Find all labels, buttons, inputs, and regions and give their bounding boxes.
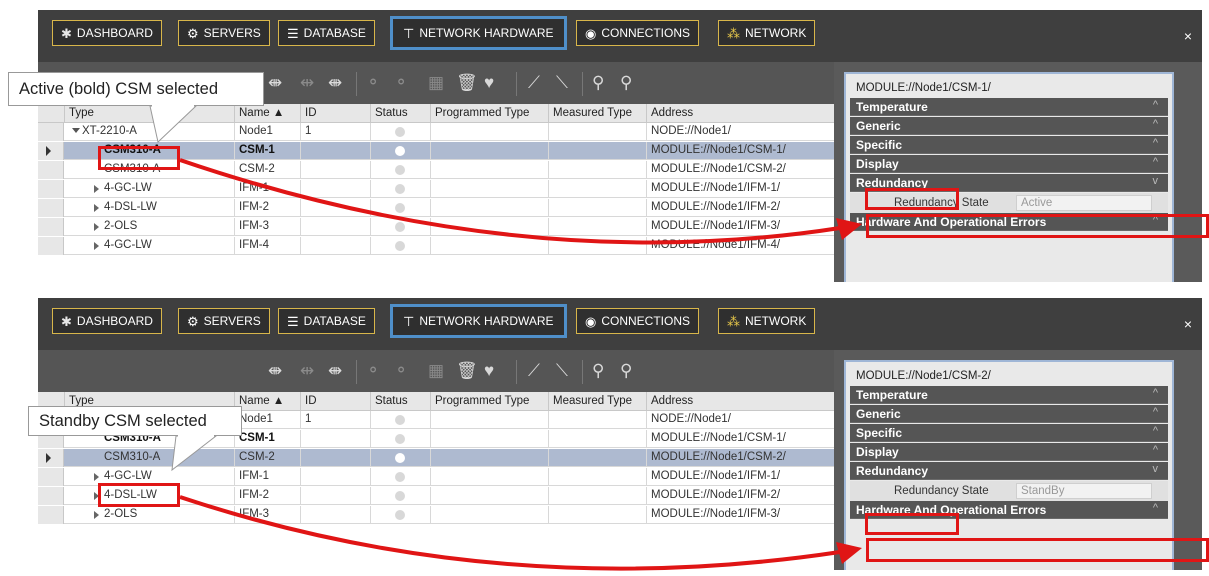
annotation-arrow bbox=[179, 158, 841, 245]
annotation-arrow bbox=[179, 495, 841, 571]
callout-pointer bbox=[171, 435, 218, 472]
arrowhead-icon bbox=[836, 218, 862, 240]
arrowhead-icon bbox=[836, 542, 862, 564]
annotation-overlay bbox=[149, 103, 862, 571]
callout-pointer bbox=[149, 105, 198, 143]
